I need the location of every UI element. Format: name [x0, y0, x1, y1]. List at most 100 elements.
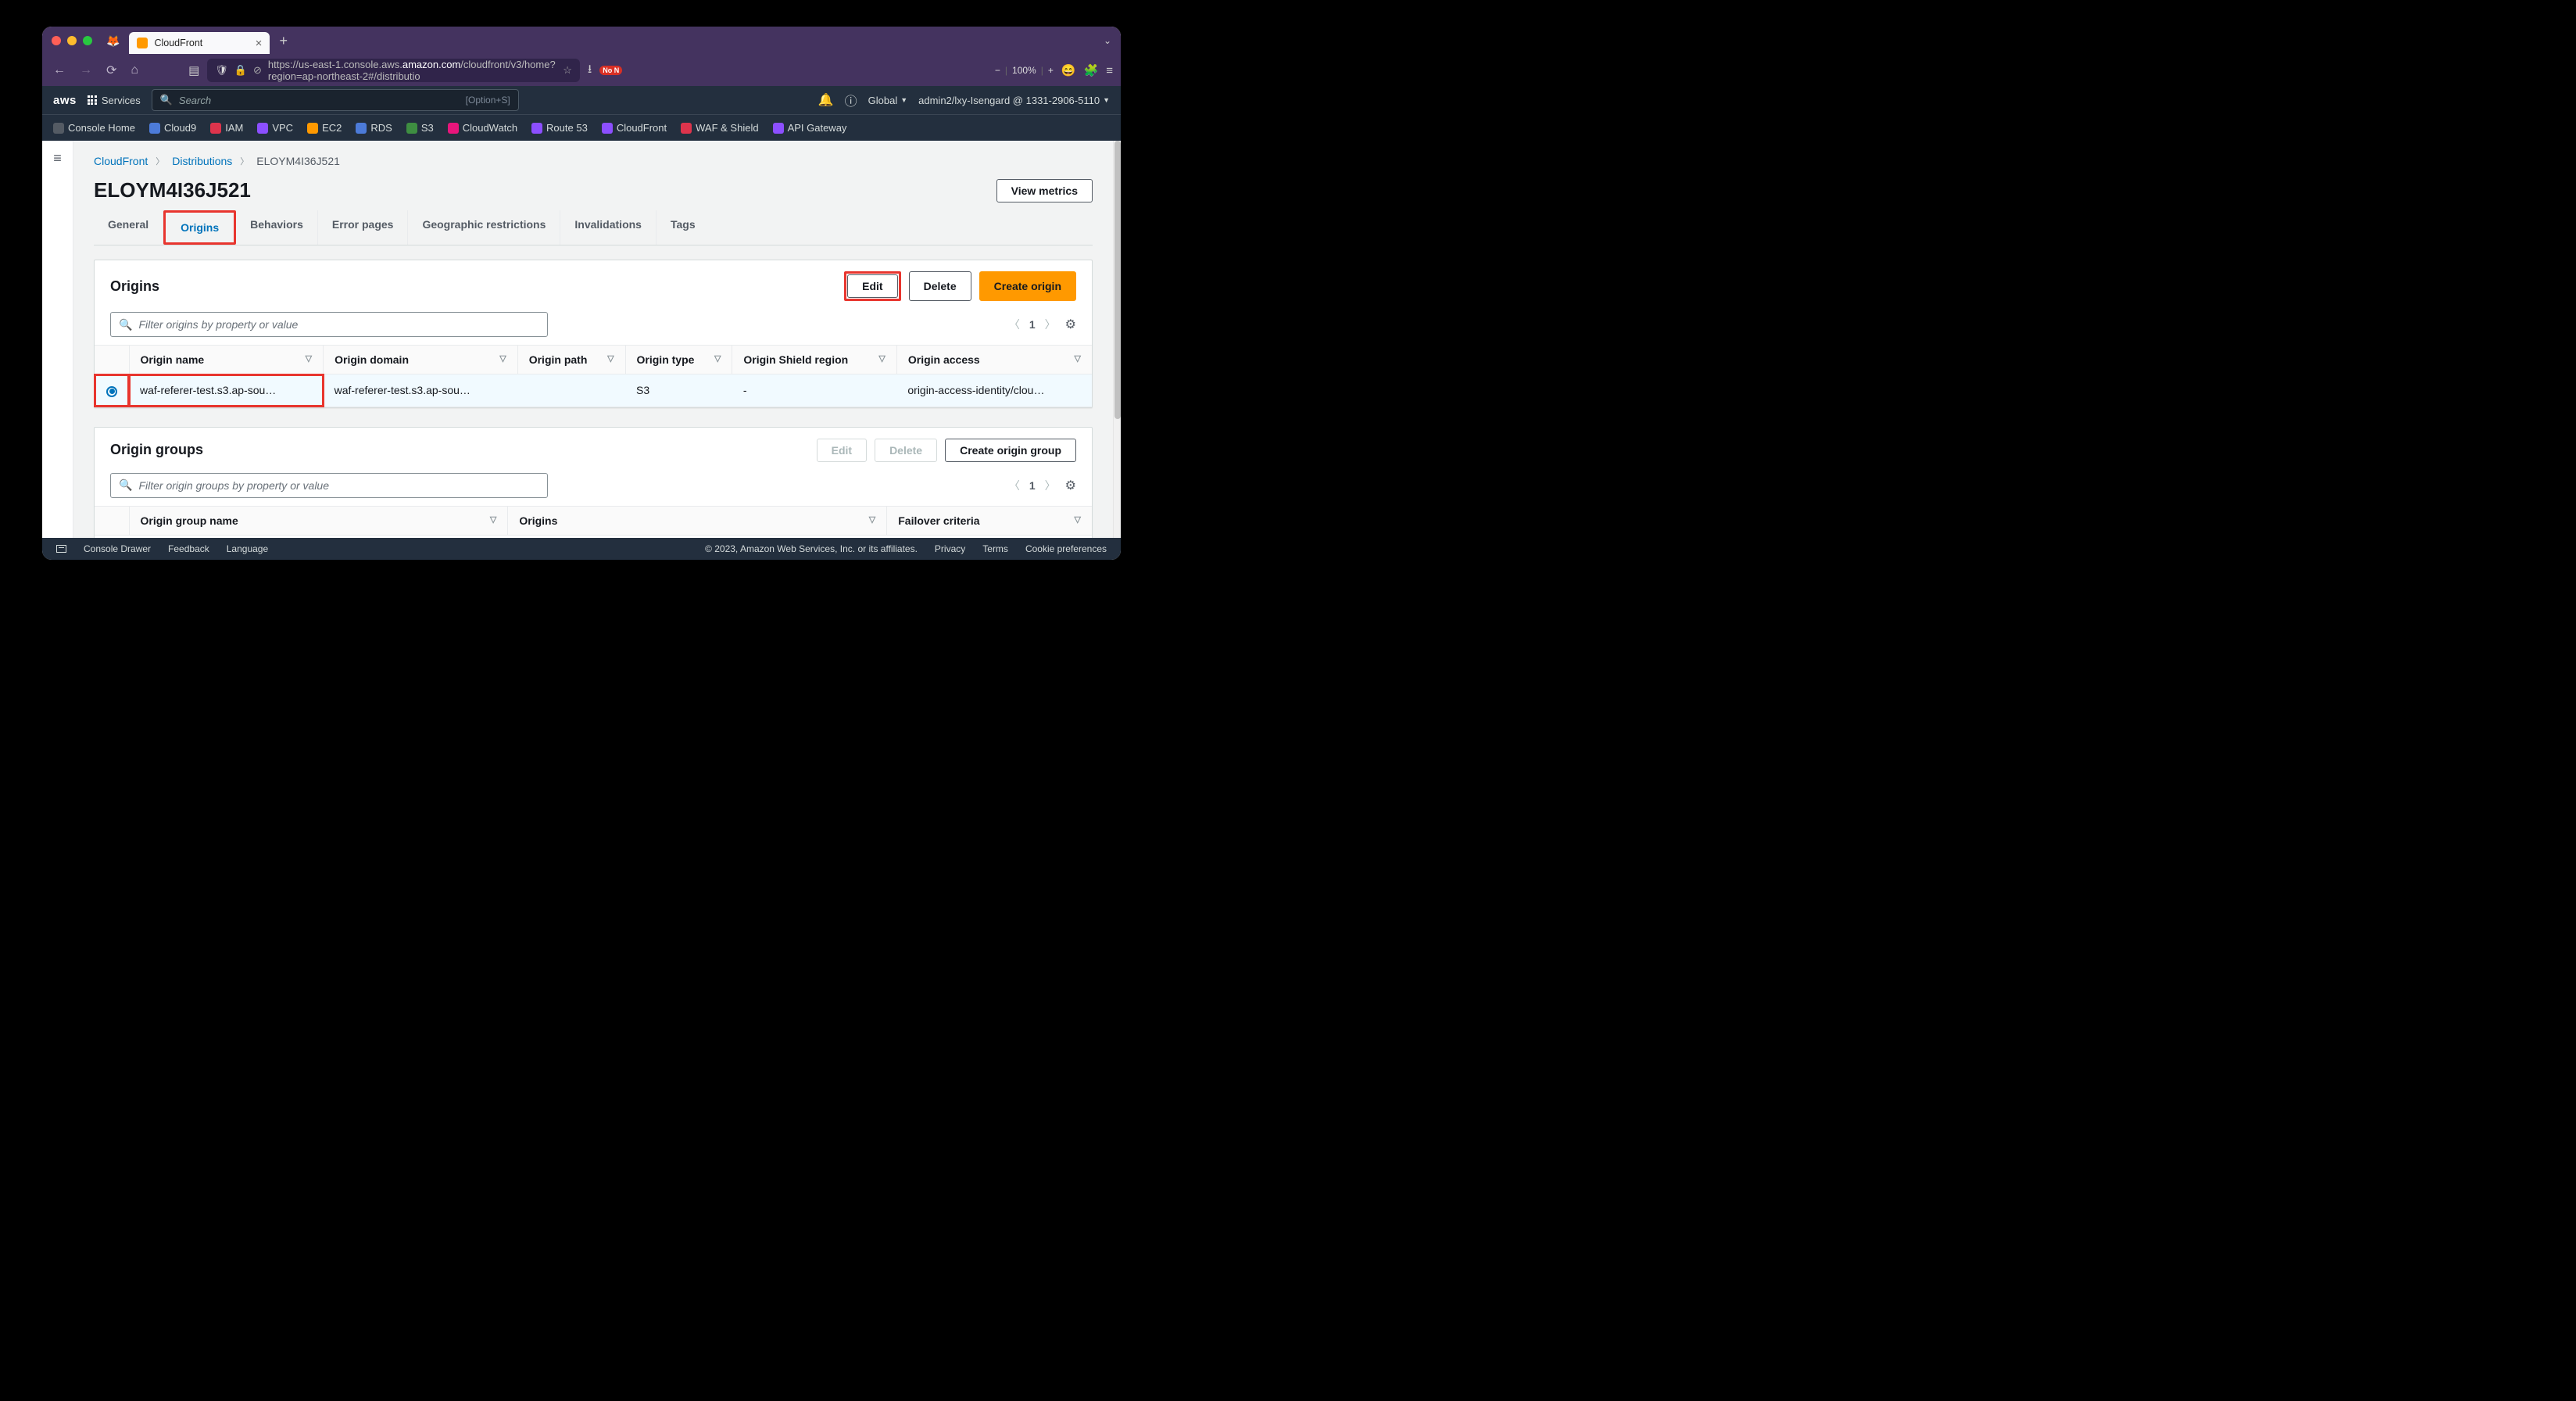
extensions-icon[interactable]: 🧩 — [1084, 63, 1099, 77]
nav-reload-icon[interactable]: ⟳ — [103, 59, 120, 81]
col-failover[interactable]: Failover criteria▽ — [887, 506, 1092, 535]
app-menu-icon[interactable]: ≡ — [1106, 64, 1113, 77]
tab-origins[interactable]: Origins — [166, 213, 233, 242]
tab-tags[interactable]: Tags — [657, 210, 710, 245]
browser-tab[interactable]: CloudFront × — [129, 32, 270, 54]
col-group-name[interactable]: Origin group name▽ — [129, 506, 508, 535]
svc-cloudfront[interactable]: CloudFront — [602, 122, 667, 134]
nav-home-icon[interactable]: ⌂ — [127, 60, 141, 81]
page-next-icon[interactable]: 〉 — [1045, 317, 1056, 332]
drawer-icon[interactable] — [56, 545, 66, 553]
groups-filter-input[interactable]: 🔍 Filter origin groups by property or va… — [110, 473, 548, 498]
notifications-icon[interactable]: 🔔 — [818, 92, 834, 108]
origin-row[interactable]: waf-referer-test.s3.ap-sou… waf-referer-… — [95, 374, 1092, 407]
window-close[interactable] — [52, 36, 61, 45]
notification-badge[interactable]: No N — [599, 66, 622, 75]
page-prev-icon[interactable]: 〈 — [1009, 478, 1020, 493]
aws-logo[interactable]: aws — [53, 94, 77, 107]
filter-placeholder: Filter origins by property or value — [138, 318, 298, 331]
svc-waf[interactable]: WAF & Shield — [681, 122, 758, 134]
shield-icon[interactable]: 🛡 — [215, 64, 228, 77]
settings-icon[interactable]: ⚙ — [1065, 317, 1076, 332]
svc-rds[interactable]: RDS — [356, 122, 392, 134]
origins-filter-input[interactable]: 🔍 Filter origins by property or value — [110, 312, 548, 337]
reader-icon[interactable]: ▤ — [188, 63, 199, 77]
search-icon: 🔍 — [119, 478, 132, 492]
cell-origin-shield: - — [732, 374, 896, 407]
search-icon: 🔍 — [119, 318, 132, 331]
col-origin-path[interactable]: Origin path▽ — [517, 346, 625, 374]
col-origin-access[interactable]: Origin access▽ — [896, 346, 1092, 374]
bookmark-icon[interactable]: ☆ — [563, 64, 572, 77]
account-menu[interactable]: admin2/lxy-Isengard @ 1331-2906-5110 ▼ — [918, 95, 1110, 106]
copyright: © 2023, Amazon Web Services, Inc. or its… — [705, 543, 918, 554]
tab-invalidations[interactable]: Invalidations — [560, 210, 657, 245]
console-drawer-link[interactable]: Console Drawer — [84, 543, 151, 554]
tab-geo[interactable]: Geographic restrictions — [408, 210, 560, 245]
origins-pager: 〈 1 〉 ⚙ — [1009, 317, 1076, 332]
view-metrics-button[interactable]: View metrics — [996, 179, 1093, 202]
page-title: ELOYM4I36J521 — [94, 178, 251, 202]
language-link[interactable]: Language — [227, 543, 268, 554]
privacy-link[interactable]: Privacy — [935, 543, 965, 554]
create-origin-button[interactable]: Create origin — [979, 271, 1076, 301]
svc-route53[interactable]: Route 53 — [531, 122, 588, 134]
svc-apigateway[interactable]: API Gateway — [773, 122, 847, 134]
new-tab-button[interactable]: + — [279, 33, 288, 49]
svc-s3[interactable]: S3 — [406, 122, 434, 134]
page-next-icon[interactable]: 〉 — [1045, 478, 1056, 493]
row-radio[interactable] — [106, 386, 117, 397]
tab-error-pages[interactable]: Error pages — [318, 210, 409, 245]
tab-general[interactable]: General — [94, 210, 163, 245]
page-prev-icon[interactable]: 〈 — [1009, 317, 1020, 332]
cookie-link[interactable]: Cookie preferences — [1025, 543, 1107, 554]
terms-link[interactable]: Terms — [982, 543, 1008, 554]
zoom-out-button[interactable]: − — [995, 65, 1000, 76]
origins-table: Origin name▽ Origin domain▽ Origin path▽… — [95, 345, 1092, 407]
downloads-icon[interactable]: ⭳ — [588, 61, 592, 81]
grid-icon — [88, 95, 97, 105]
svc-cloud9[interactable]: Cloud9 — [149, 122, 196, 134]
window-maximize[interactable] — [83, 36, 92, 45]
window-minimize[interactable] — [67, 36, 77, 45]
region-selector[interactable]: Global ▼ — [868, 95, 908, 106]
zoom-in-button[interactable]: + — [1048, 65, 1054, 76]
col-origin-name[interactable]: Origin name▽ — [129, 346, 324, 374]
nav-back-icon[interactable]: ← — [50, 60, 69, 81]
svc-console-home[interactable]: Console Home — [53, 122, 135, 134]
col-origin-domain[interactable]: Origin domain▽ — [324, 346, 518, 374]
aws-search[interactable]: 🔍 Search [Option+S] — [152, 89, 519, 111]
tab-behaviors[interactable]: Behaviors — [236, 210, 318, 245]
url-toolbar: ← → ⟳ ⌂ ▤ 🛡 🔒 ⊘ https://us-east-1.consol… — [42, 55, 1121, 86]
help-icon[interactable]: ⓘ — [845, 91, 857, 109]
tabs-overflow-icon[interactable]: ⌄ — [1104, 35, 1111, 46]
side-nav-toggle[interactable]: ≡ — [42, 141, 73, 538]
tab-close-icon[interactable]: × — [256, 37, 263, 50]
permissions-icon[interactable]: ⊘ — [253, 64, 262, 77]
svc-iam[interactable]: IAM — [210, 122, 243, 134]
url-field[interactable]: 🛡 🔒 ⊘ https://us-east-1.console.aws.amaz… — [207, 59, 580, 82]
profile-icon[interactable]: 😄 — [1061, 63, 1076, 77]
svc-ec2[interactable]: EC2 — [307, 122, 342, 134]
services-menu[interactable]: Services — [88, 95, 141, 106]
hamburger-icon: ≡ — [53, 150, 62, 538]
svc-vpc[interactable]: VPC — [257, 122, 293, 134]
detail-tabs: General Origins Behaviors Error pages Ge… — [94, 210, 1093, 245]
settings-icon[interactable]: ⚙ — [1065, 478, 1076, 493]
col-group-origins[interactable]: Origins▽ — [508, 506, 887, 535]
nav-forward-icon[interactable]: → — [77, 60, 95, 81]
account-label: admin2/lxy-Isengard @ 1331-2906-5110 — [918, 95, 1100, 106]
region-label: Global — [868, 95, 898, 106]
scrollbar[interactable] — [1113, 141, 1121, 538]
create-group-button[interactable]: Create origin group — [945, 439, 1076, 462]
edit-origin-button[interactable]: Edit — [847, 274, 897, 298]
feedback-link[interactable]: Feedback — [168, 543, 209, 554]
svc-cloudwatch[interactable]: CloudWatch — [448, 122, 517, 134]
crumb-distributions[interactable]: Distributions — [172, 155, 232, 167]
crumb-cloudfront[interactable]: CloudFront — [94, 155, 148, 167]
cell-origin-path — [517, 374, 625, 407]
col-origin-shield[interactable]: Origin Shield region▽ — [732, 346, 896, 374]
delete-origin-button[interactable]: Delete — [909, 271, 971, 301]
col-origin-type[interactable]: Origin type▽ — [625, 346, 732, 374]
crumb-current: ELOYM4I36J521 — [256, 155, 340, 167]
